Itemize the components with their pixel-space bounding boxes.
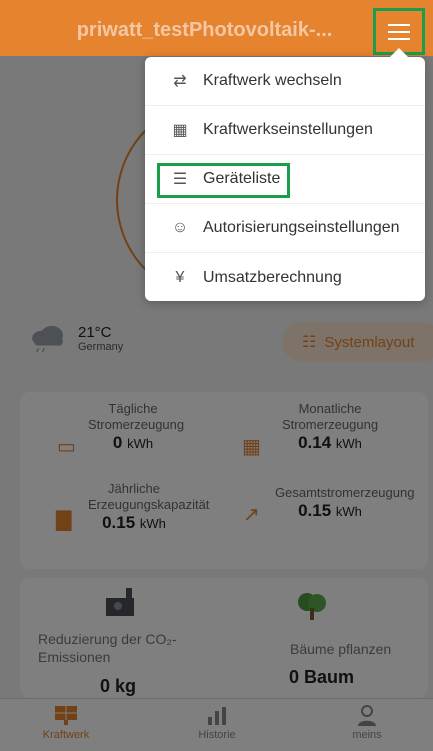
- app-header: priwatt_testPhotovoltaik-...: [0, 0, 433, 56]
- money-bag-icon: ¥: [175, 268, 185, 286]
- menu-item-switch-plant[interactable]: ⇄ Kraftwerk wechseln: [145, 57, 425, 106]
- user-auth-icon: ☺: [171, 219, 189, 236]
- hamburger-menu-icon: [388, 23, 410, 40]
- menu-item-authorization-settings[interactable]: ☺ Autorisierungseinstellungen: [145, 204, 425, 253]
- menu-item-revenue-calculation[interactable]: ¥ Umsatzberechnung: [145, 253, 425, 302]
- solar-panel-icon: ▦: [172, 122, 188, 139]
- menu-item-plant-settings[interactable]: ▦ Kraftwerkseinstellungen: [145, 106, 425, 155]
- header-title: priwatt_testPhotovoltaik-...: [76, 19, 333, 41]
- highlight-box: [157, 163, 290, 198]
- switch-arrows-icon: ⇄: [173, 73, 187, 90]
